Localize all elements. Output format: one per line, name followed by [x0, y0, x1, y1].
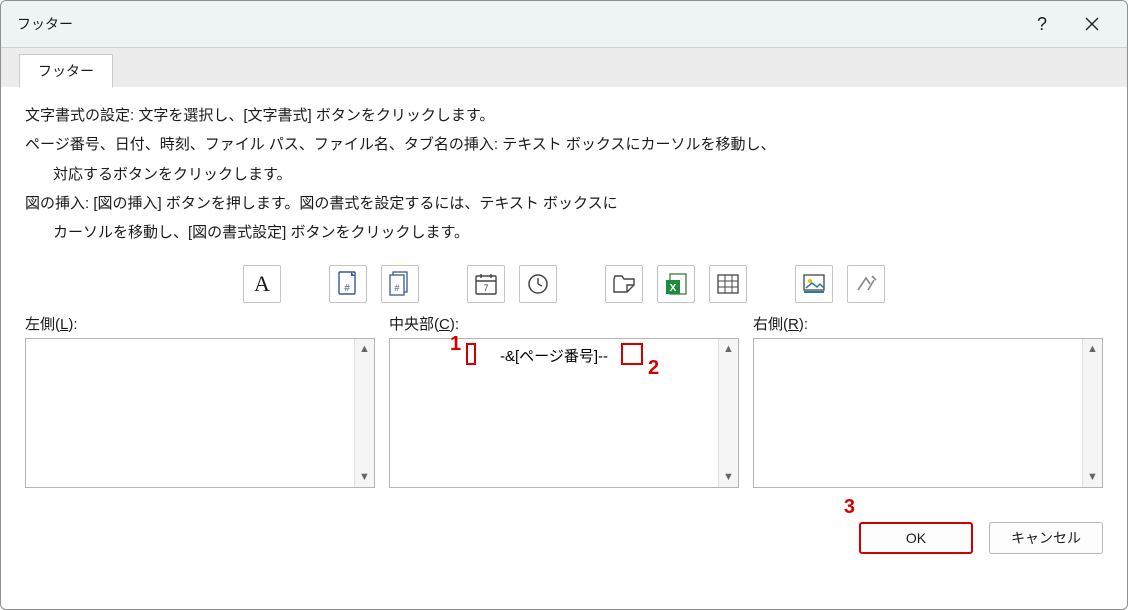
center-section-input[interactable]: [390, 339, 718, 487]
left-section-input[interactable]: [26, 339, 354, 487]
insert-time-button[interactable]: [519, 265, 557, 303]
dialog-buttons: 3 OK キャンセル: [1, 506, 1127, 554]
close-button[interactable]: [1067, 1, 1117, 47]
help-button[interactable]: ?: [1017, 1, 1067, 47]
page-number-icon: #: [337, 271, 359, 297]
instr-line-3b: カーソルを移動し、[図の書式設定] ボタンをクリックします。: [25, 218, 1103, 247]
tab-bar: フッター: [1, 47, 1127, 87]
pane-right-box: ▲▼: [753, 338, 1103, 488]
svg-text:#: #: [394, 283, 399, 293]
annotation-2: 2: [648, 357, 659, 380]
content: 文字書式の設定: 文字を選択し、[文字書式] ボタンをクリックします。 ページ番…: [1, 87, 1127, 506]
tab-label: フッター: [38, 63, 94, 79]
workbook-icon: X: [664, 272, 688, 296]
instr-line-1: 文字書式の設定: 文字を選択し、[文字書式] ボタンをクリックします。: [25, 101, 1103, 130]
scrollbar[interactable]: ▲▼: [718, 339, 738, 487]
pane-center-box: ▲▼ 1 2: [389, 338, 739, 488]
sheet-icon: [716, 273, 740, 295]
tab-footer[interactable]: フッター: [19, 54, 113, 88]
pane-right-label: 右側(R):: [753, 313, 1103, 334]
picture-icon: [802, 273, 826, 295]
font-format-button[interactable]: A: [243, 265, 281, 303]
font-icon: A: [254, 271, 270, 297]
svg-text:7: 7: [483, 283, 488, 293]
annotation-1: 1: [450, 333, 461, 356]
insert-workbook-name-button[interactable]: X: [657, 265, 695, 303]
svg-text:X: X: [670, 283, 677, 294]
pane-center: 中央部(C): ▲▼ 1 2: [389, 313, 739, 488]
pane-left: 左側(L): ▲▼: [25, 313, 375, 488]
date-icon: 7: [474, 272, 498, 296]
filepath-icon: [612, 273, 636, 295]
right-section-input[interactable]: [754, 339, 1082, 487]
scrollbar[interactable]: ▲▼: [354, 339, 374, 487]
scrollbar[interactable]: ▲▼: [1082, 339, 1102, 487]
close-icon: [1085, 17, 1099, 31]
panes: 左側(L): ▲▼ 中央部(C): ▲▼ 1 2 右側(R):: [25, 313, 1103, 488]
annotation-box-1: [466, 343, 476, 365]
annotation-3: 3: [844, 496, 855, 519]
svg-text:#: #: [344, 283, 350, 294]
pane-center-label: 中央部(C):: [389, 313, 739, 334]
insert-sheet-name-button[interactable]: [709, 265, 747, 303]
insert-picture-button[interactable]: [795, 265, 833, 303]
instructions: 文字書式の設定: 文字を選択し、[文字書式] ボタンをクリックします。 ページ番…: [25, 101, 1103, 247]
pane-left-label: 左側(L):: [25, 313, 375, 334]
insert-filepath-button[interactable]: [605, 265, 643, 303]
picture-format-icon: [854, 272, 878, 296]
titlebar: フッター ?: [1, 1, 1127, 47]
insert-page-number-button[interactable]: #: [329, 265, 367, 303]
annotation-box-2: [621, 343, 643, 365]
insert-date-button[interactable]: 7: [467, 265, 505, 303]
cancel-button[interactable]: キャンセル: [989, 522, 1103, 554]
pane-left-box: ▲▼: [25, 338, 375, 488]
insert-pages-total-button[interactable]: #: [381, 265, 419, 303]
instr-line-3: 図の挿入: [図の挿入] ボタンを押します。図の書式を設定するには、テキスト ボ…: [25, 189, 1103, 218]
pages-total-icon: #: [387, 271, 413, 297]
window-title: フッター: [17, 14, 73, 34]
pane-right: 右側(R): ▲▼: [753, 313, 1103, 488]
time-icon: [526, 272, 550, 296]
ok-button[interactable]: OK: [859, 522, 973, 554]
format-picture-button[interactable]: [847, 265, 885, 303]
toolbar: A # # 7 X: [25, 265, 1103, 303]
instr-line-2: ページ番号、日付、時刻、ファイル パス、ファイル名、タブ名の挿入: テキスト ボ…: [25, 130, 1103, 159]
instr-line-2b: 対応するボタンをクリックします。: [25, 160, 1103, 189]
